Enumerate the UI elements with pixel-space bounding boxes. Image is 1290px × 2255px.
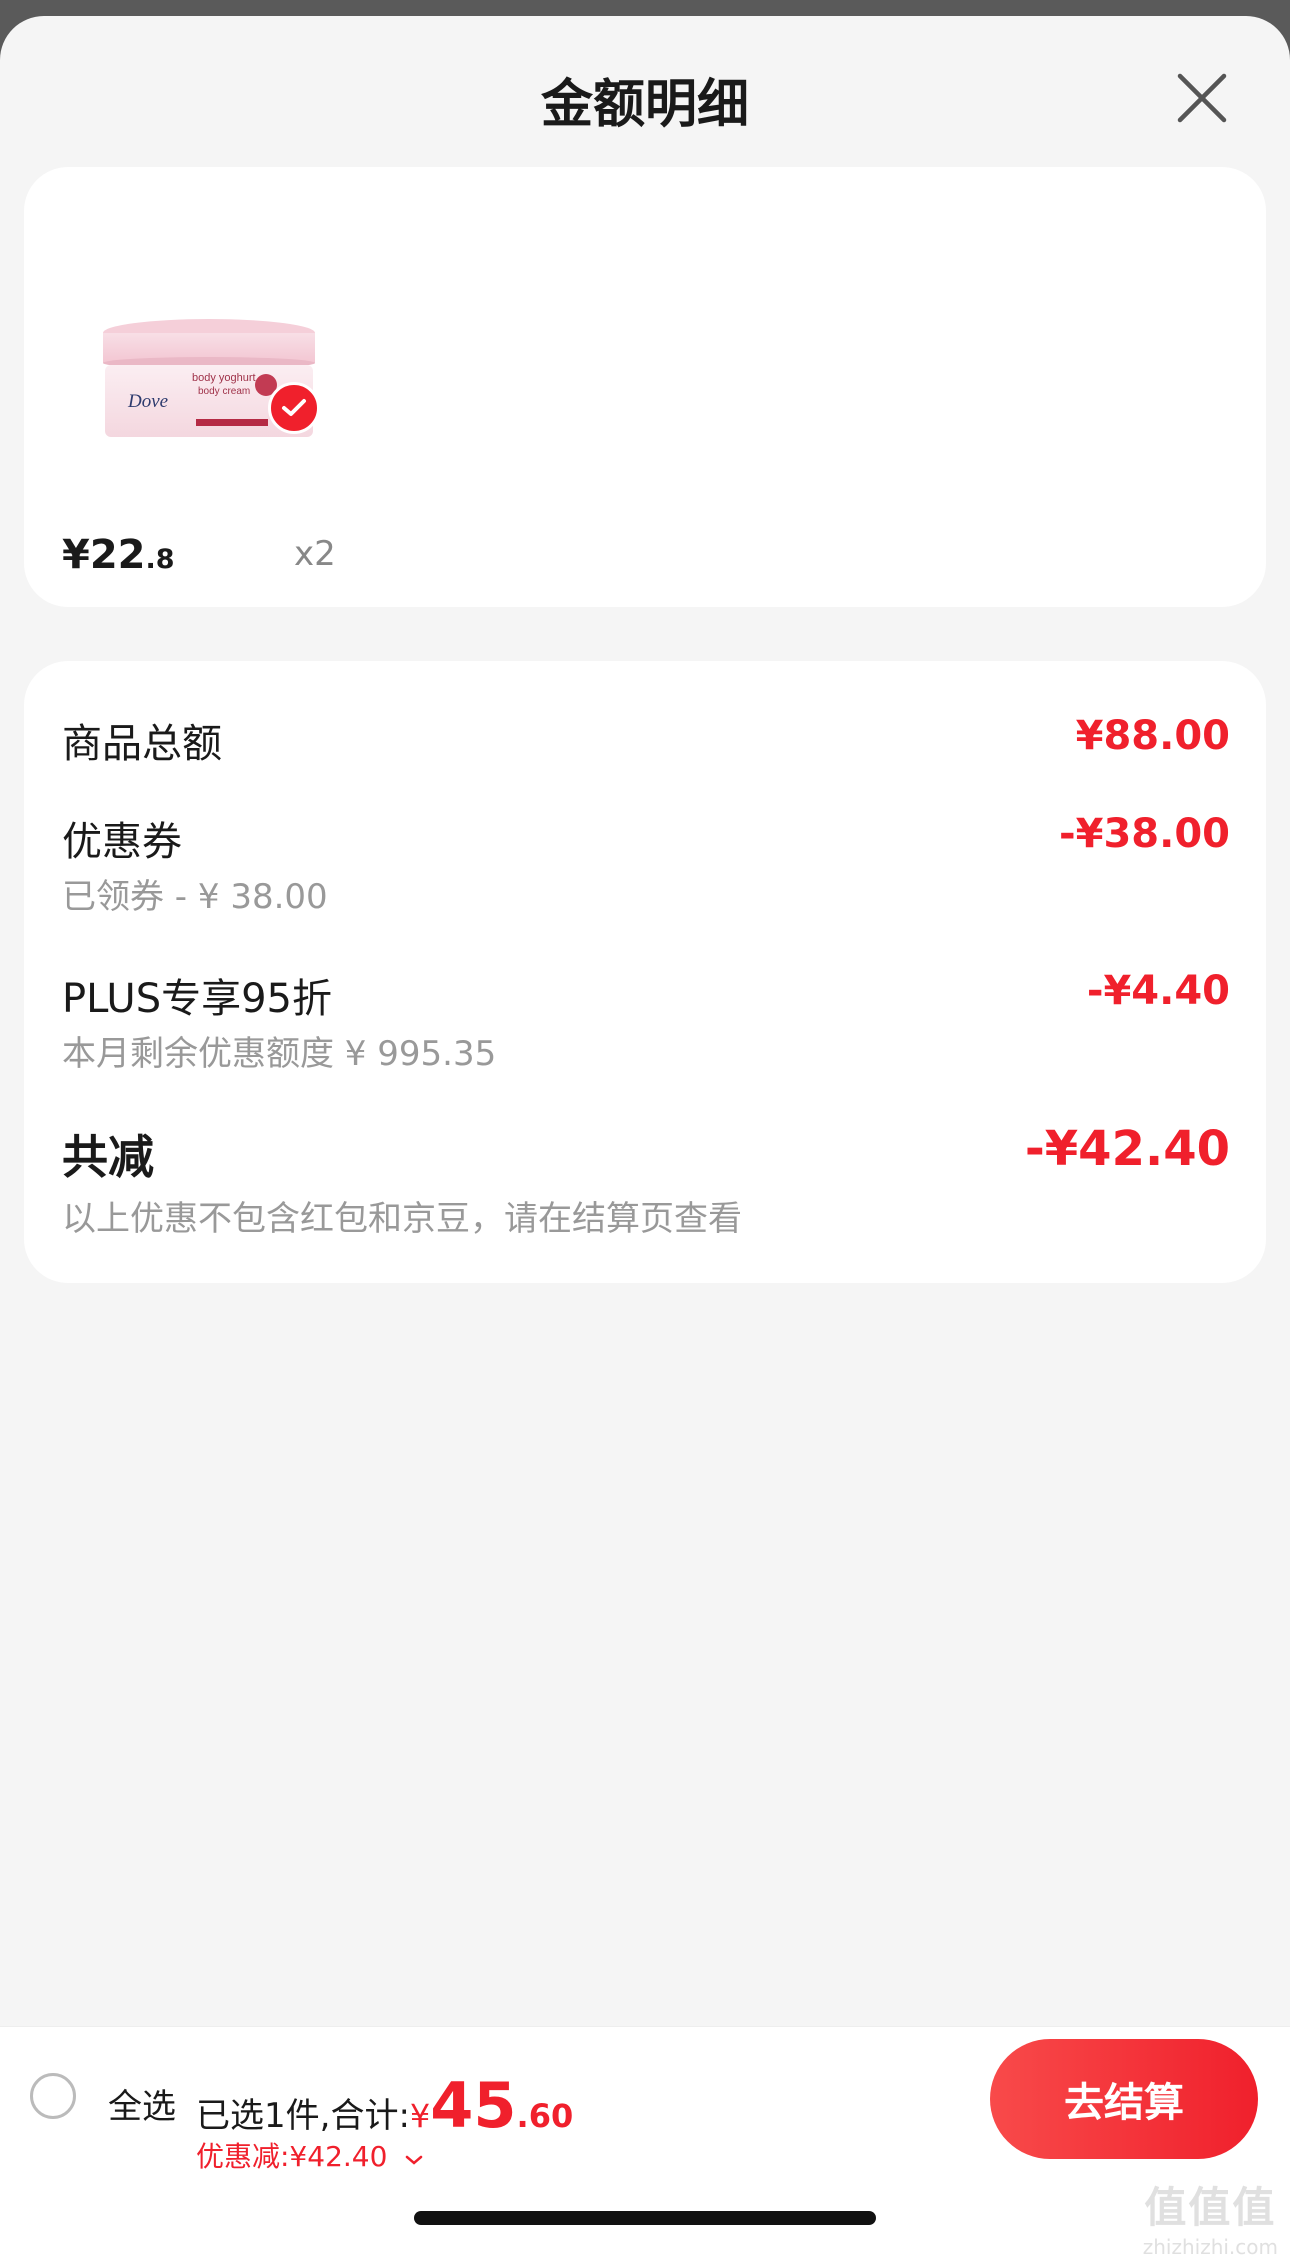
sheet-header: 金额明细: [0, 16, 1290, 166]
plus-remaining-quota: 本月剩余优惠额度 ¥ 995.35: [62, 1034, 497, 1074]
coupon-sub: 已领券 - ¥ 38.00: [62, 877, 328, 917]
plus-discount-amount: -¥4.40: [1086, 968, 1230, 1014]
discount-toggle[interactable]: 优惠减:¥42.40: [196, 2135, 424, 2175]
product-quantity: x2: [294, 534, 336, 574]
product-card: Dove body yoghurt body cream ¥22.8 x2: [24, 167, 1266, 607]
chevron-down-icon: [406, 2155, 423, 2165]
page-title: 金额明细: [540, 75, 749, 135]
watermark-logo: 值值值: [1144, 2183, 1277, 2232]
goods-total-label: 商品总额: [62, 721, 222, 767]
coupon-label: 优惠券: [62, 819, 182, 865]
watermark-url: zhizhizhi.com: [1142, 2235, 1278, 2255]
select-all-radio[interactable]: [30, 2073, 76, 2119]
svg-text:body cream: body cream: [198, 386, 250, 397]
total-reduction-amount: -¥42.40: [1024, 1121, 1230, 1177]
svg-text:body yoghurt: body yoghurt: [192, 372, 256, 384]
sum-decimal: .60: [516, 2097, 574, 2135]
item-selected-checkbox[interactable]: [268, 382, 320, 434]
sum-integer: 45: [430, 2069, 517, 2142]
close-icon: [1177, 73, 1227, 123]
check-icon: [282, 399, 306, 416]
home-indicator[interactable]: [414, 2211, 876, 2225]
product-image[interactable]: Dove body yoghurt body cream: [84, 267, 334, 467]
total-reduction-note: 以上优惠不包含红包和京豆，请在结算页查看: [62, 1199, 742, 1239]
selected-summary: 已选1件,合计: ¥ 45 .60: [196, 2075, 573, 2137]
discount-text: 优惠减:¥42.40: [196, 2140, 388, 2173]
svg-text:Dove: Dove: [127, 391, 168, 412]
product-price: ¥22.8: [62, 532, 175, 578]
selected-count-text: 已选1件,合计:: [196, 2096, 410, 2136]
amount-breakdown-card: 商品总额 ¥88.00 优惠券 -¥38.00 已领券 - ¥ 38.00 PL…: [24, 661, 1266, 1283]
price-decimal: .8: [145, 544, 175, 575]
total-reduction-label: 共减: [62, 1130, 154, 1184]
amount-detail-sheet: 金额明细 Dove body yoghurt body cream ¥22.8 …: [0, 16, 1290, 2255]
plus-discount-label: PLUS专享95折: [62, 976, 332, 1022]
watermark: 值值值 zhizhizhi.com: [1143, 2174, 1278, 2255]
price-integer: ¥22: [62, 532, 146, 578]
close-button[interactable]: [1172, 68, 1232, 128]
select-all-label[interactable]: 全选: [108, 2079, 176, 2128]
coupon-amount: -¥38.00: [1059, 811, 1230, 857]
checkout-button[interactable]: 去结算: [990, 2039, 1258, 2159]
sum-currency: ¥: [409, 2097, 431, 2135]
goods-total-amount: ¥88.00: [1075, 713, 1230, 759]
